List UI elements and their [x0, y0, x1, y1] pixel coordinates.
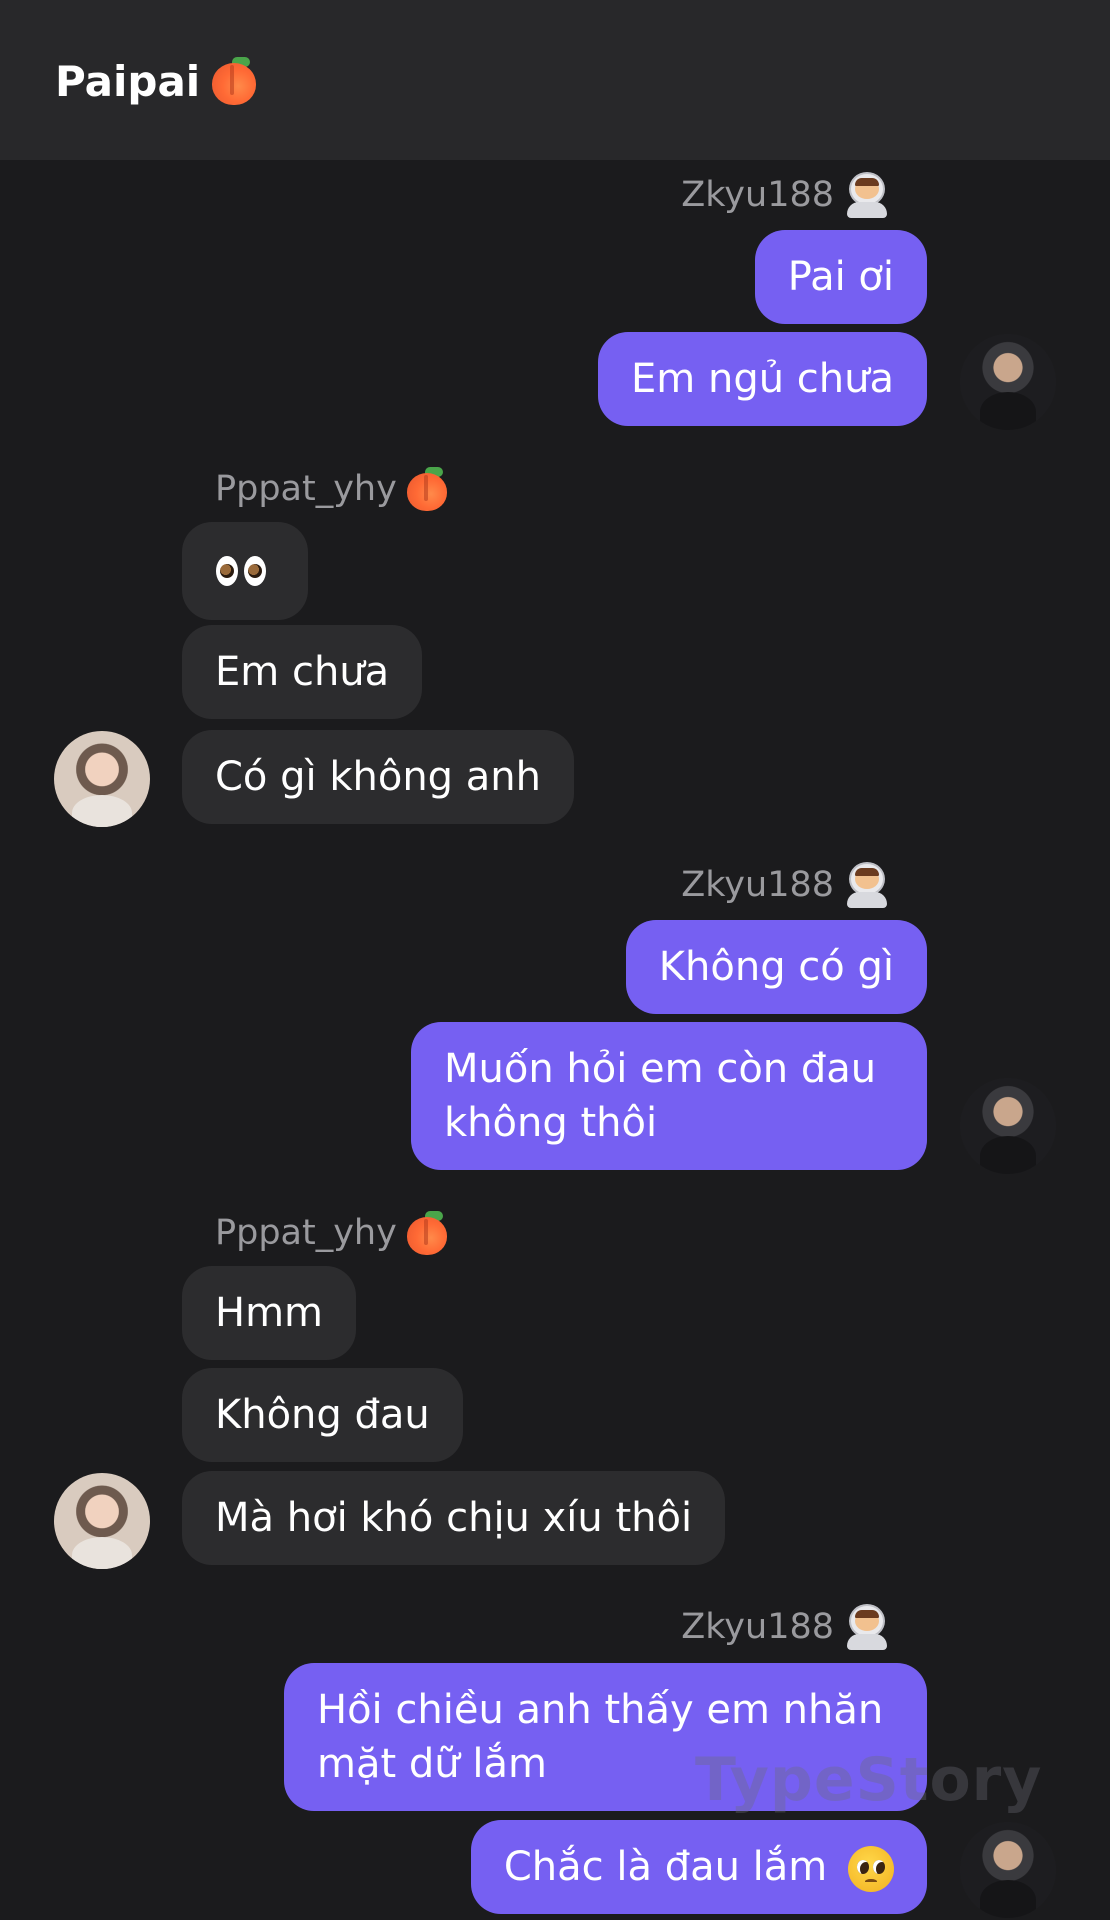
sender-name-me: Zkyu188: [681, 1602, 890, 1652]
message-bubble-incoming[interactable]: Em chưa: [182, 625, 423, 719]
message-text: Không có gì: [658, 944, 894, 990]
message-text: Em ngủ chưa: [631, 356, 894, 402]
avatar-me[interactable]: [960, 1078, 1056, 1174]
message-bubble-incoming[interactable]: [182, 522, 308, 620]
sender-name-text: Zkyu188: [681, 865, 834, 905]
pleading-face-icon: [848, 1846, 894, 1892]
watermark: TypeStory: [695, 1745, 1043, 1815]
message-text-line: Muốn hỏi em còn đau: [444, 1046, 877, 1092]
sender-name-them: Pppat_yhy: [215, 1208, 449, 1258]
message-bubble-incoming[interactable]: Có gì không anh: [182, 730, 574, 824]
avatar-them[interactable]: [54, 731, 150, 827]
message-bubble-outgoing[interactable]: Không có gì: [625, 920, 927, 1014]
message-bubble-incoming[interactable]: Không đau: [182, 1368, 463, 1462]
avatar-them[interactable]: [54, 1473, 150, 1569]
sender-name-me: Zkyu188: [681, 170, 890, 220]
message-bubble-outgoing[interactable]: Muốn hỏi em còn đau không thôi: [411, 1022, 927, 1170]
sender-name-text: Zkyu188: [681, 1607, 834, 1647]
chat-header: Paipai: [0, 0, 1110, 160]
message-text: Không đau: [215, 1392, 430, 1438]
sender-name-them: Pppat_yhy: [215, 464, 449, 514]
chat-title-text: Paipai: [55, 57, 201, 106]
avatar-me[interactable]: [960, 334, 1056, 430]
astronaut-icon: [844, 172, 890, 218]
sender-name-text: Pppat_yhy: [215, 469, 397, 509]
message-text: Hmm: [215, 1290, 324, 1336]
message-text: Pai ơi: [787, 254, 894, 300]
astronaut-icon: [844, 862, 890, 908]
avatar-me[interactable]: [960, 1822, 1056, 1918]
chat-title[interactable]: Paipai: [55, 52, 258, 112]
peach-icon: [405, 467, 449, 511]
sender-name-me: Zkyu188: [681, 860, 890, 910]
message-text: Chắc là đau lắm: [503, 1844, 828, 1890]
message-bubble-incoming[interactable]: Mà hơi khó chịu xíu thôi: [182, 1471, 726, 1565]
peach-icon: [405, 1211, 449, 1255]
message-text: Mà hơi khó chịu xíu thôi: [215, 1495, 693, 1541]
message-bubble-outgoing[interactable]: Em ngủ chưa: [598, 332, 927, 426]
message-text: Em chưa: [215, 649, 390, 695]
eyes-icon: [216, 556, 266, 586]
peach-icon: [210, 57, 258, 107]
message-text-line: không thôi: [444, 1100, 658, 1146]
sender-name-text: Zkyu188: [681, 175, 834, 215]
message-text-line: Hồi chiều anh thấy em nhăn: [317, 1687, 884, 1733]
sender-name-text: Pppat_yhy: [215, 1213, 397, 1253]
message-bubble-outgoing[interactable]: Chắc là đau lắm: [470, 1820, 927, 1914]
message-text: Có gì không anh: [215, 754, 541, 800]
message-bubble-outgoing[interactable]: Pai ơi: [754, 230, 927, 324]
message-bubble-incoming[interactable]: Hmm: [182, 1266, 357, 1360]
astronaut-icon: [844, 1604, 890, 1650]
